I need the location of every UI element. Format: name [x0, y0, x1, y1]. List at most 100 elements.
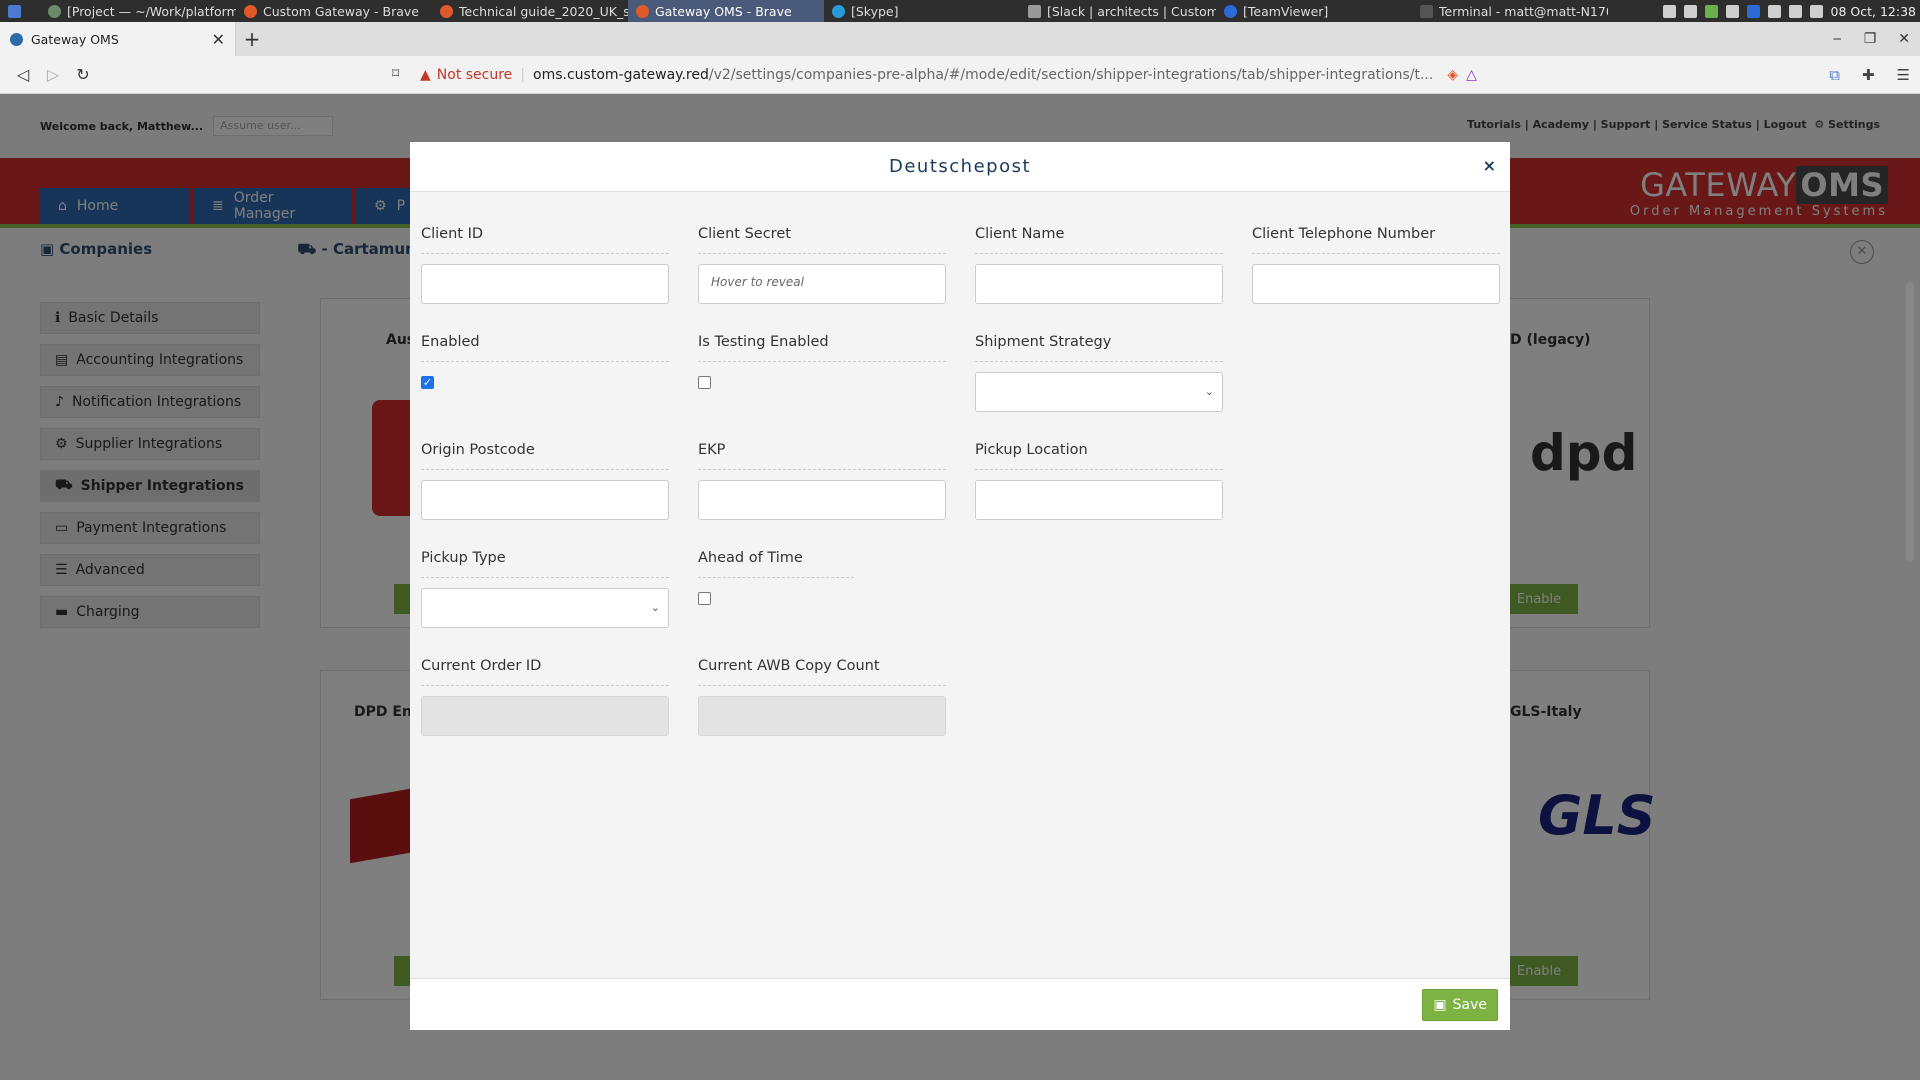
awb-copy-count-label: Current AWB Copy Count [698, 654, 946, 686]
close-icon[interactable]: × [1483, 156, 1496, 175]
client-id-label: Client ID [421, 222, 669, 254]
new-tab-button[interactable]: + [236, 22, 268, 56]
taskbar-item-label: [Skype] [851, 3, 899, 19]
chevron-down-icon: ⌄ [650, 601, 660, 614]
taskbar-item[interactable]: Terminal - matt@matt-N170... [1412, 0, 1608, 22]
url-host: oms.custom-gateway.red [533, 67, 709, 83]
extensions-icon[interactable]: ✚ [1862, 66, 1875, 84]
pickup-location-label: Pickup Location [975, 438, 1223, 470]
save-label: Save [1452, 997, 1487, 1013]
volume-icon[interactable] [1809, 4, 1823, 18]
teamviewer-tray-icon[interactable] [1746, 4, 1760, 18]
brave-icon [244, 4, 257, 18]
enabled-checkbox[interactable]: ✓ [421, 376, 434, 389]
current-order-id-input [421, 696, 669, 736]
deutschepost-modal: Deutschepost × Client ID Client Secret H… [410, 142, 1510, 1030]
security-indicator[interactable]: ▲ Not secure [420, 67, 512, 83]
ahead-of-time-checkbox[interactable] [698, 592, 711, 605]
pickup-location-input[interactable] [975, 480, 1223, 520]
check-icon[interactable] [1704, 4, 1718, 18]
wifi-icon[interactable] [1683, 4, 1697, 18]
app-menu-icon[interactable] [8, 4, 21, 18]
taskbar-item[interactable]: [Slack | architects | Custom ... [1020, 0, 1216, 22]
client-secret-field: Client Secret Hover to reveal [698, 222, 946, 304]
brave-icon [440, 4, 453, 18]
toolbar-right: ⧉ ✚ ☰ [1829, 56, 1910, 94]
pickup-type-field: Pickup Type ⌄ [421, 546, 669, 628]
minimize-icon[interactable]: ‒ [1833, 31, 1842, 47]
system-tray: 08 Oct, 12:38 [1662, 0, 1920, 22]
client-id-input[interactable] [421, 264, 669, 304]
modal-title: Deutschepost [888, 156, 1032, 177]
client-phone-label: Client Telephone Number [1252, 222, 1500, 254]
chevron-down-icon: ⌄ [1204, 385, 1214, 398]
menu-icon[interactable]: ☰ [1897, 66, 1910, 84]
save-button[interactable]: ▣ Save [1422, 989, 1498, 1021]
brave-icon [636, 4, 649, 18]
floppy-icon: ▣ [1433, 997, 1447, 1013]
taskbar-item[interactable]: Gateway OMS - Brave [628, 0, 824, 22]
url-path: /v2/settings/companies-pre-alpha/#/mode/… [708, 67, 1434, 83]
pickup-type-select[interactable]: ⌄ [421, 588, 669, 628]
brave-shield-icon[interactable]: ◈ [1447, 67, 1458, 83]
brave-rewards-icon[interactable]: △ [1466, 67, 1477, 83]
address-bar[interactable]: ▲ Not secure | oms.custom-gateway.red/v2/… [420, 60, 1500, 90]
favicon-icon [10, 32, 23, 46]
current-order-id-label: Current Order ID [421, 654, 669, 686]
terminal-icon [1420, 4, 1433, 18]
ekp-field: EKP [698, 438, 946, 520]
taskbar-item[interactable]: [TeamViewer] [1216, 0, 1412, 22]
forward-icon[interactable]: ▷ [38, 65, 68, 84]
close-window-icon[interactable]: ✕ [1898, 31, 1910, 47]
os-taskbar: [Project — ~/Work/platform/... Custom Ga… [0, 0, 1920, 22]
not-secure-label: Not secure [436, 67, 513, 83]
bell-icon[interactable] [1767, 4, 1781, 18]
taskbar-item-label: Terminal - matt@matt-N170... [1439, 3, 1608, 19]
browser-tabstrip: Gateway OMS ✕ + ‒ ❐ ✕ [0, 22, 1920, 56]
project-icon [48, 4, 61, 18]
restore-icon[interactable]: ❐ [1864, 31, 1877, 47]
close-tab-icon[interactable]: ✕ [212, 30, 225, 49]
url-text[interactable]: oms.custom-gateway.red/v2/settings/compa… [533, 67, 1433, 83]
strategy-label: Shipment Strategy [975, 330, 1223, 362]
slack-tray-icon[interactable] [1725, 4, 1739, 18]
client-secret-input[interactable]: Hover to reveal [698, 264, 946, 304]
browser-toolbar: ◁ ▷ ↻ ⌑ ▲ Not secure | oms.custom-gateway… [0, 56, 1920, 94]
bluetooth-icon[interactable] [1662, 4, 1676, 18]
taskbar-item[interactable] [0, 0, 40, 22]
taskbar-item[interactable]: Technical guide_2020_UK_sel... [432, 0, 628, 22]
taskbar-item-label: Technical guide_2020_UK_sel... [459, 3, 628, 19]
ekp-label: EKP [698, 438, 946, 470]
modal-footer: ▣ Save [410, 978, 1510, 1030]
origin-postcode-input[interactable] [421, 480, 669, 520]
window-controls: ‒ ❐ ✕ [1833, 22, 1910, 56]
taskbar-item[interactable]: [Skype] [824, 0, 1020, 22]
ahead-of-time-label: Ahead of Time [698, 546, 854, 578]
modal-body: Client ID Client Secret Hover to reveal … [410, 192, 1510, 978]
client-name-field: Client Name [975, 222, 1223, 304]
taskbar-item-label: [Project — ~/Work/platform/... [67, 3, 236, 19]
client-name-input[interactable] [975, 264, 1223, 304]
ekp-input[interactable] [698, 480, 946, 520]
battery-icon[interactable] [1788, 4, 1802, 18]
page-scrollbar[interactable] [1906, 282, 1914, 562]
warning-icon: ▲ [420, 67, 431, 83]
browser-tab[interactable]: Gateway OMS ✕ [0, 22, 236, 56]
strategy-select[interactable]: ⌄ [975, 372, 1223, 412]
reload-icon[interactable]: ↻ [68, 65, 98, 84]
bookmark-icon[interactable]: ⌑ [392, 66, 399, 82]
taskbar-item[interactable]: [Project — ~/Work/platform/... [40, 0, 236, 22]
origin-postcode-field: Origin Postcode [421, 438, 669, 520]
taskbar-item-label: [TeamViewer] [1243, 3, 1329, 19]
testing-label: Is Testing Enabled [698, 330, 946, 362]
browser-tab-title: Gateway OMS [31, 31, 119, 47]
skype-icon [832, 4, 845, 18]
testing-checkbox[interactable] [698, 376, 711, 389]
clock[interactable]: 08 Oct, 12:38 [1831, 4, 1916, 19]
enabled-field: Enabled ✓ [421, 330, 669, 389]
taskbar-item[interactable]: Custom Gateway - Brave [236, 0, 432, 22]
teamviewer-icon [1224, 4, 1237, 18]
client-phone-input[interactable] [1252, 264, 1500, 304]
translate-icon[interactable]: ⧉ [1829, 66, 1840, 84]
back-icon[interactable]: ◁ [8, 65, 38, 84]
